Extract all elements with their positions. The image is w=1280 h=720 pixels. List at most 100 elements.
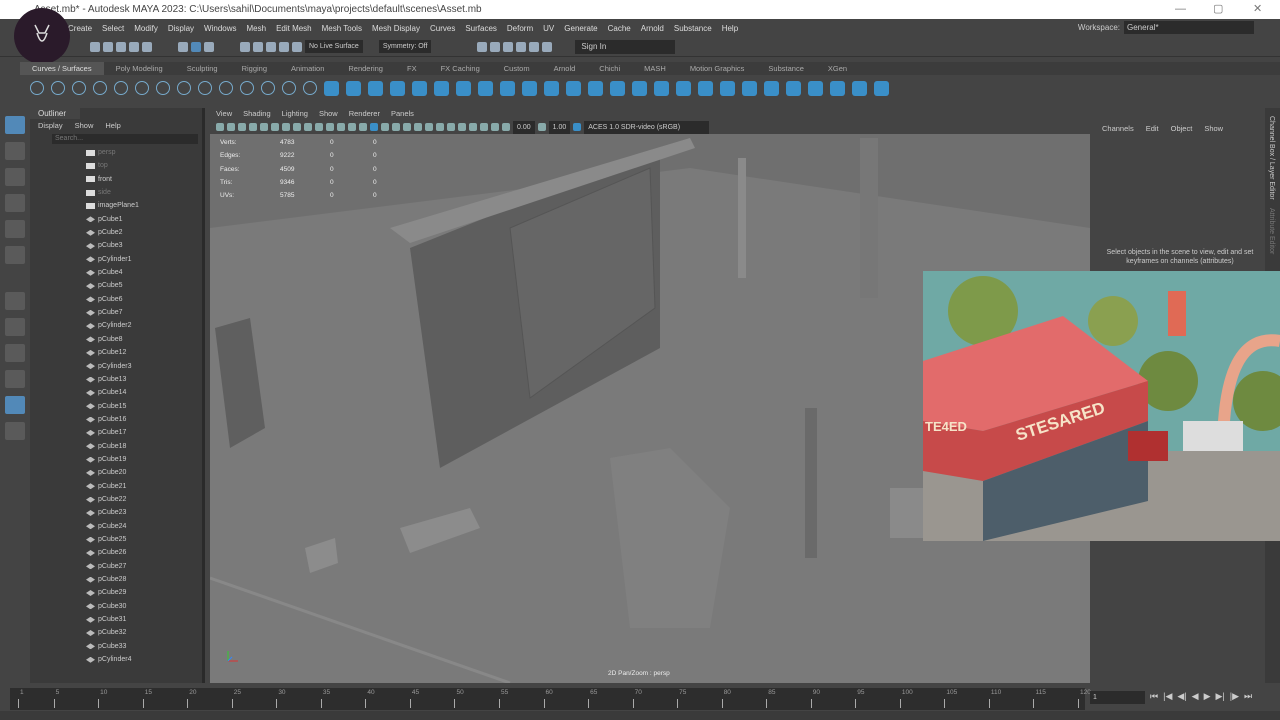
outliner-item[interactable]: pCube13 <box>86 373 202 386</box>
curve-tool-icon[interactable] <box>219 81 233 95</box>
shelf-tab-3[interactable]: Rigging <box>230 62 279 75</box>
rotate-tool-icon[interactable] <box>5 220 25 238</box>
shelf-tab-6[interactable]: FX <box>395 62 429 75</box>
outliner-item[interactable]: pCube27 <box>86 560 202 573</box>
current-frame-field[interactable]: 1 <box>1090 691 1145 704</box>
viewport-menu-renderer[interactable]: Renderer <box>349 108 380 120</box>
outliner-item[interactable]: pCube22 <box>86 493 202 506</box>
poly-primitive-icon[interactable] <box>588 80 603 96</box>
playback-button-7[interactable]: ⏭ <box>1244 691 1252 702</box>
select-component-icon[interactable] <box>204 41 214 52</box>
shelf-tab-1[interactable]: Poly Modeling <box>104 62 175 75</box>
exposure-field[interactable]: 0.00 <box>513 120 535 134</box>
poly-primitive-icon[interactable] <box>676 80 691 96</box>
poly-primitive-icon[interactable] <box>544 80 559 96</box>
maximize-button[interactable]: ▢ <box>1213 0 1223 19</box>
hypershade-icon[interactable] <box>516 41 527 52</box>
four-view-layout-icon[interactable] <box>5 344 25 362</box>
workspace-selector[interactable]: Workspace: General* <box>1078 21 1254 34</box>
outliner-item[interactable]: pCube32 <box>86 626 202 639</box>
poly-primitive-icon[interactable] <box>786 80 801 96</box>
playback-button-2[interactable]: ◀| <box>1177 691 1186 702</box>
two-pane-layout-icon[interactable] <box>5 370 25 388</box>
range-slider[interactable] <box>0 711 1280 720</box>
outliner-item[interactable]: pCylinder4 <box>86 653 202 666</box>
shelf-tab-7[interactable]: FX Caching <box>429 62 492 75</box>
time-slider[interactable]: 1 5 10 15 20 25 30 35 40 45 50 55 60 65 70 75 80 85 90 95 10… <box>10 688 1091 710</box>
pause-icon[interactable] <box>542 41 553 52</box>
minimize-button[interactable]: — <box>1175 0 1186 19</box>
snap-curve-icon[interactable] <box>253 41 263 52</box>
outliner-menu-help[interactable]: Help <box>105 121 120 130</box>
color-management-icon[interactable] <box>573 123 582 131</box>
outliner-item[interactable]: pCylinder3 <box>86 360 202 373</box>
isolate-select-icon[interactable] <box>458 123 466 131</box>
outliner-item[interactable]: pCube16 <box>86 413 202 426</box>
motion-blur-icon[interactable] <box>436 123 444 131</box>
antialiasing-icon[interactable] <box>447 123 455 131</box>
textured-icon[interactable] <box>392 123 400 131</box>
new-scene-icon[interactable] <box>90 41 100 52</box>
poly-primitive-icon[interactable] <box>874 80 889 96</box>
curve-tool-icon[interactable] <box>240 81 254 95</box>
outliner-item[interactable]: pCube17 <box>86 426 202 439</box>
smooth-shade-icon[interactable] <box>370 123 378 131</box>
workspace-dropdown[interactable]: General* <box>1124 21 1254 34</box>
redo-icon[interactable] <box>142 41 152 52</box>
shelf-tab-5[interactable]: Rendering <box>336 62 395 75</box>
gamma-field[interactable]: 1.00 <box>548 120 571 134</box>
poly-primitive-icon[interactable] <box>324 80 339 96</box>
shelf-tab-0[interactable]: Curves / Surfaces <box>20 62 104 75</box>
outliner-layout-icon[interactable] <box>5 396 25 414</box>
curve-tool-icon[interactable] <box>135 81 149 95</box>
poly-primitive-icon[interactable] <box>830 80 845 96</box>
curve-tool-icon[interactable] <box>303 81 317 95</box>
poly-primitive-icon[interactable] <box>412 80 427 96</box>
render-icon[interactable] <box>477 41 488 52</box>
field-chart-icon[interactable] <box>326 123 334 131</box>
outliner-item[interactable]: pCube18 <box>86 440 202 453</box>
playback-button-1[interactable]: |◀ <box>1163 691 1172 702</box>
poly-primitive-icon[interactable] <box>434 80 449 96</box>
menu-surfaces[interactable]: Surfaces <box>465 24 497 33</box>
default-material-icon[interactable] <box>381 123 389 131</box>
outliner-menu-display[interactable]: Display <box>38 121 63 130</box>
curve-tool-icon[interactable] <box>261 81 275 95</box>
menu-cache[interactable]: Cache <box>608 24 631 33</box>
outliner-menu-show[interactable]: Show <box>75 121 94 130</box>
shelf-tab-10[interactable]: Chichi <box>587 62 632 75</box>
shelf-tab-2[interactable]: Sculpting <box>175 62 230 75</box>
outliner-item[interactable]: pCube33 <box>86 640 202 653</box>
outliner-item[interactable]: pCube26 <box>86 546 202 559</box>
scale-tool-icon[interactable] <box>5 246 25 264</box>
shadows-icon[interactable] <box>414 123 422 131</box>
lights-icon[interactable] <box>403 123 411 131</box>
snap-grid-icon[interactable] <box>240 41 250 52</box>
poly-primitive-icon[interactable] <box>500 80 515 96</box>
outliner-item[interactable]: pCube29 <box>86 586 202 599</box>
shelf-tab-9[interactable]: Arnold <box>542 62 588 75</box>
poly-primitive-icon[interactable] <box>610 80 625 96</box>
paint-select-icon[interactable] <box>5 168 25 186</box>
outliner-item[interactable]: pCube14 <box>86 386 202 399</box>
menu-select[interactable]: Select <box>102 24 124 33</box>
poly-primitive-icon[interactable] <box>368 80 383 96</box>
curve-tool-icon[interactable] <box>156 81 170 95</box>
outliner-item[interactable]: pCube19 <box>86 453 202 466</box>
lasso-tool-icon[interactable] <box>5 142 25 160</box>
select-tool-icon[interactable] <box>5 116 25 134</box>
wireframe-icon[interactable] <box>359 123 367 131</box>
grid-icon[interactable] <box>282 123 290 131</box>
playback-button-3[interactable]: ◀ <box>1192 691 1199 702</box>
render-view-icon[interactable] <box>529 41 540 52</box>
camera-icon[interactable] <box>216 123 224 131</box>
outliner-item[interactable]: pCube25 <box>86 533 202 546</box>
outliner-item[interactable]: pCube3 <box>86 239 202 252</box>
outliner-item[interactable]: pCube12 <box>86 346 202 359</box>
outliner-item[interactable]: pCube5 <box>86 279 202 292</box>
menu-modify[interactable]: Modify <box>134 24 158 33</box>
snap-view-icon[interactable] <box>279 41 289 52</box>
outliner-item[interactable]: pCube21 <box>86 480 202 493</box>
poly-primitive-icon[interactable] <box>456 80 471 96</box>
channels-menu[interactable]: Channels <box>1102 124 1134 133</box>
